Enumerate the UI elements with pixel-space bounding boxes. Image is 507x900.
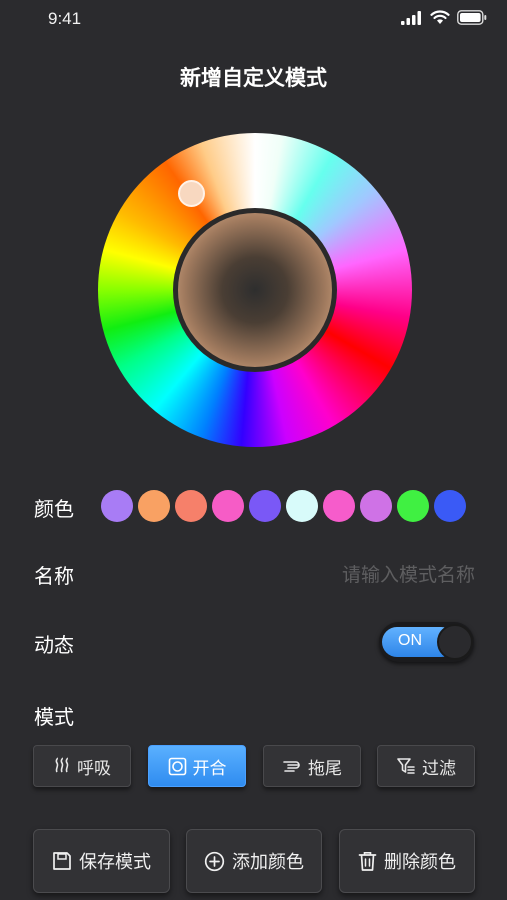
dynamic-label: 动态 — [34, 633, 74, 657]
delete-color-label: 删除颜色 — [384, 852, 456, 873]
mode-filter-label: 过滤 — [422, 758, 456, 779]
mode-trail-label: 拖尾 — [308, 758, 342, 779]
color-preview — [173, 208, 337, 372]
add-color-button[interactable]: 添加颜色 — [186, 829, 322, 893]
trash-icon — [358, 851, 377, 871]
mode-open-close-label: 开合 — [192, 758, 227, 779]
color-swatches — [101, 490, 466, 522]
save-icon — [53, 852, 71, 870]
color-swatch[interactable] — [175, 490, 207, 522]
color-swatch[interactable] — [212, 490, 244, 522]
filter-icon — [397, 758, 415, 774]
dynamic-toggle[interactable]: ON — [379, 622, 474, 662]
toggle-label: ON — [398, 632, 422, 649]
add-circle-icon — [204, 851, 225, 871]
trail-icon — [283, 761, 300, 772]
breath-icon — [55, 757, 69, 773]
color-swatch[interactable] — [397, 490, 429, 522]
name-label: 名称 — [34, 564, 74, 588]
mode-filter-button[interactable]: 过滤 — [377, 745, 475, 787]
mode-label: 模式 — [34, 705, 74, 729]
color-swatch[interactable] — [323, 490, 355, 522]
color-wheel[interactable] — [98, 133, 412, 447]
add-color-label: 添加颜色 — [232, 852, 304, 873]
name-input[interactable]: 请输入模式名称 — [342, 560, 475, 587]
color-swatch[interactable] — [101, 490, 133, 522]
page-title: 新增自定义模式 — [180, 66, 327, 90]
mode-breath-button[interactable]: 呼吸 — [33, 745, 131, 787]
wifi-icon — [430, 10, 450, 24]
color-swatch[interactable] — [360, 490, 392, 522]
color-swatch[interactable] — [249, 490, 281, 522]
color-swatch[interactable] — [138, 490, 170, 522]
open-close-icon — [168, 757, 186, 775]
status-bar: 9:41 — [0, 0, 507, 40]
save-mode-label: 保存模式 — [79, 852, 151, 873]
delete-color-button[interactable]: 删除颜色 — [339, 829, 475, 893]
battery-icon — [457, 10, 487, 25]
colors-label: 颜色 — [34, 497, 74, 521]
signal-icon — [401, 10, 421, 25]
color-swatch[interactable] — [434, 490, 466, 522]
mode-trail-button[interactable]: 拖尾 — [263, 745, 361, 787]
status-icons — [401, 10, 487, 25]
color-swatch[interactable] — [286, 490, 318, 522]
mode-open-close-button[interactable]: 开合 — [148, 745, 246, 787]
save-mode-button[interactable]: 保存模式 — [33, 829, 170, 893]
mode-breath-label: 呼吸 — [77, 758, 111, 779]
status-time: 9:41 — [48, 9, 82, 28]
toggle-knob[interactable] — [437, 624, 473, 660]
color-wheel-handle[interactable] — [178, 180, 205, 207]
